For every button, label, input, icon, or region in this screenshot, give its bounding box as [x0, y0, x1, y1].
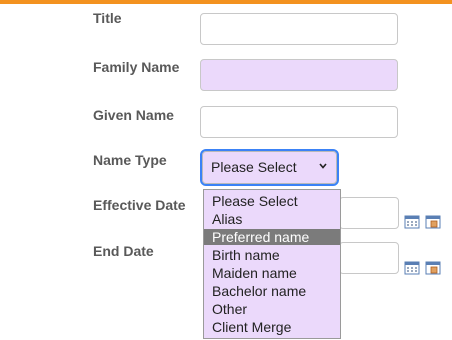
name-type-label: Name Type — [93, 152, 167, 168]
calendar-icon[interactable] — [404, 213, 420, 229]
name-type-selected-value: Please Select — [211, 159, 297, 175]
title-input[interactable] — [200, 13, 398, 45]
option-maiden-name[interactable]: Maiden name — [204, 265, 340, 281]
given-name-label: Given Name — [93, 107, 174, 123]
end-date-label: End Date — [93, 243, 154, 259]
family-name-input[interactable] — [200, 59, 398, 91]
effective-date-label: Effective Date — [93, 197, 186, 213]
option-other[interactable]: Other — [204, 301, 340, 317]
title-label: Title — [93, 10, 122, 26]
calendar-clear-icon[interactable] — [425, 259, 441, 275]
family-name-label: Family Name — [93, 59, 180, 75]
option-bachelor-name[interactable]: Bachelor name — [204, 283, 340, 299]
name-type-select[interactable]: Please Select — [200, 149, 339, 186]
calendar-icon[interactable] — [404, 259, 420, 275]
option-preferred-name[interactable]: Preferred name — [204, 229, 340, 245]
end-date-input[interactable] — [339, 242, 399, 274]
effective-date-input[interactable] — [339, 197, 399, 229]
option-alias[interactable]: Alias — [204, 211, 340, 227]
option-please-select[interactable]: Please Select — [204, 193, 340, 209]
name-type-dropdown-list: Please Select Alias Preferred name Birth… — [203, 189, 341, 339]
calendar-clear-icon[interactable] — [425, 213, 441, 229]
given-name-input[interactable] — [200, 106, 398, 138]
header-accent-bar — [0, 0, 452, 4]
option-birth-name[interactable]: Birth name — [204, 247, 340, 263]
chevron-down-icon — [319, 163, 327, 169]
option-client-merge[interactable]: Client Merge — [204, 319, 340, 335]
